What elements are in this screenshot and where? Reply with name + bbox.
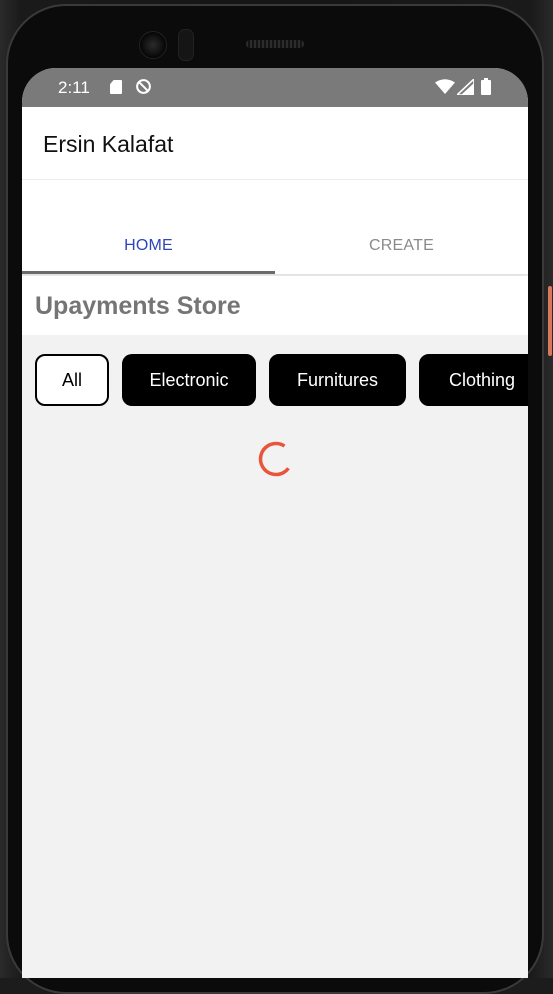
tab-create[interactable]: CREATE <box>275 180 528 274</box>
sd-card-icon <box>110 80 122 94</box>
status-bar: 2:11 <box>22 68 528 107</box>
loading-spinner-icon <box>258 441 294 477</box>
battery-icon <box>481 78 491 95</box>
category-chip-furnitures[interactable]: Furnitures <box>269 354 406 406</box>
category-chip-electronic[interactable]: Electronic <box>122 354 256 406</box>
store-title: Upayments Store <box>35 292 241 320</box>
earpiece-speaker <box>246 40 304 48</box>
category-chip-clothing[interactable]: Clothing <box>419 354 528 406</box>
tab-home-label: HOME <box>124 237 173 254</box>
phone-device-frame: 2:11 Ersin Kalafat HOME CREATE Upayments… <box>0 0 553 994</box>
app-bar: Ersin Kalafat <box>22 107 528 180</box>
power-button[interactable] <box>548 286 552 356</box>
tab-create-label: CREATE <box>369 237 434 254</box>
status-time: 2:11 <box>58 78 90 97</box>
proximity-sensor <box>178 29 194 61</box>
app-screen: 2:11 Ersin Kalafat HOME CREATE Upayments… <box>22 68 528 978</box>
sync-icon <box>136 79 151 94</box>
tab-home[interactable]: HOME <box>22 180 275 274</box>
front-camera-icon <box>139 31 167 59</box>
signal-icon <box>457 79 474 95</box>
wifi-icon <box>435 79 455 94</box>
store-header: Upayments Store <box>22 276 528 335</box>
category-chip-all[interactable]: All <box>35 354 109 406</box>
app-title: Ersin Kalafat <box>43 131 174 157</box>
tab-bar: HOME CREATE <box>22 180 528 274</box>
tab-active-indicator <box>22 271 275 274</box>
